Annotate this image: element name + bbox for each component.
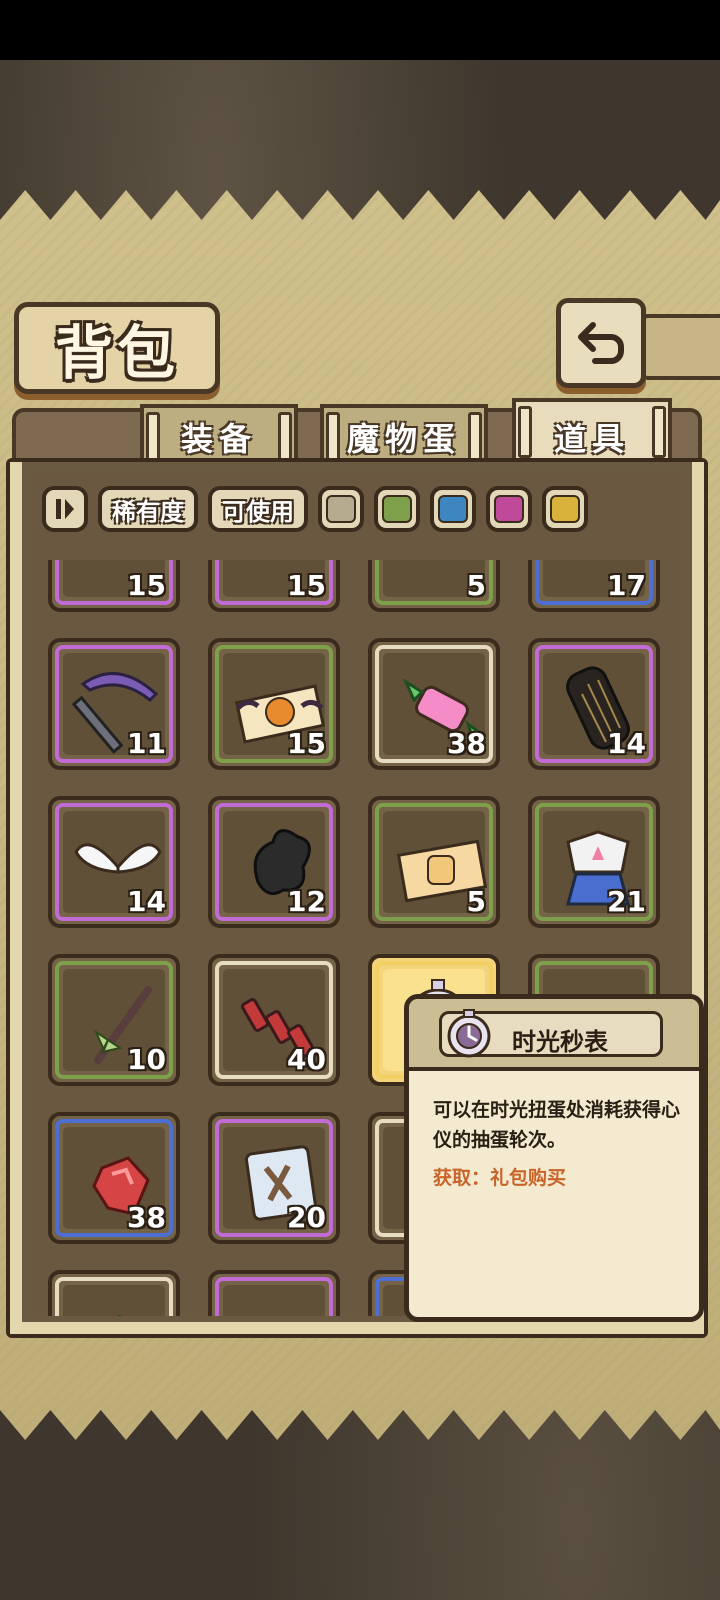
tab-equipment[interactable]: 装备	[140, 404, 298, 466]
item-count: 21	[607, 885, 646, 918]
item-count: 12	[287, 885, 326, 918]
status-bar	[0, 0, 720, 60]
item-count: 5	[466, 885, 486, 918]
item-count: 14	[607, 727, 646, 760]
item-count: 38	[447, 727, 486, 760]
item-slot[interactable]: 21	[528, 796, 660, 928]
color-filter-green[interactable]	[374, 486, 420, 532]
color-filter-purple[interactable]	[486, 486, 532, 532]
item-tooltip: 时光秒表 可以在时光扭蛋处消耗获得心仪的抽蛋轮次。 获取：礼包购买	[404, 994, 704, 1322]
item-count: 17	[607, 569, 646, 602]
color-filter-gray[interactable]	[318, 486, 364, 532]
item-count: 40	[287, 1043, 326, 1076]
color-swatch-gold	[550, 495, 580, 523]
green-sprout-icon	[116, 1315, 122, 1316]
tab-monster-eggs-label: 魔物蛋	[346, 420, 461, 458]
item-count: 20	[287, 1201, 326, 1234]
item-slot[interactable]: 17	[528, 560, 660, 612]
usable-filter-label: 可使用	[222, 497, 294, 526]
rarity-filter-label: 稀有度	[112, 497, 184, 526]
item-slot[interactable]	[48, 1270, 180, 1316]
color-swatch-purple	[494, 495, 524, 523]
tab-monster-eggs[interactable]: 魔物蛋	[320, 404, 488, 466]
filter-bar: 稀有度 可使用	[42, 482, 588, 536]
tooltip-source-label: 获取：	[433, 1167, 491, 1189]
usable-filter-button[interactable]: 可使用	[208, 486, 308, 532]
item-count: 11	[127, 727, 166, 760]
item-count: 15	[287, 727, 326, 760]
item-count: 38	[127, 1201, 166, 1234]
item-slot[interactable]: 5	[368, 560, 500, 612]
item-slot[interactable]: 38	[48, 1112, 180, 1244]
back-button[interactable]	[556, 298, 646, 388]
tooltip-item-name: 时光秒表	[512, 1028, 608, 1056]
item-slot[interactable]: 15	[208, 638, 340, 770]
return-arrow-icon	[578, 322, 624, 364]
stopwatch-icon	[447, 1009, 491, 1058]
item-slot[interactable]: 38	[368, 638, 500, 770]
tooltip-header: 时光秒表	[409, 999, 699, 1071]
color-filter-blue[interactable]	[430, 486, 476, 532]
rarity-filter-button[interactable]: 稀有度	[98, 486, 198, 532]
item-slot[interactable]: 12	[208, 796, 340, 928]
item-count: 15	[287, 569, 326, 602]
item-slot[interactable]: 11	[48, 638, 180, 770]
item-slot[interactable]: 14	[48, 796, 180, 928]
tab-items-label: 道具	[553, 420, 630, 458]
item-slot[interactable]: 14	[528, 638, 660, 770]
color-swatch-green	[382, 495, 412, 523]
item-slot[interactable]: 15	[48, 560, 180, 612]
item-slot[interactable]: 10	[48, 954, 180, 1086]
color-filter-gold[interactable]	[542, 486, 588, 532]
item-slot[interactable]: 40	[208, 954, 340, 1086]
item-count: 15	[127, 569, 166, 602]
item-slot[interactable]: 5	[368, 796, 500, 928]
page-title-plate: 背包	[14, 302, 220, 394]
color-swatch-gray	[326, 495, 356, 523]
tab-equipment-label: 装备	[180, 420, 257, 458]
item-slot[interactable]: 20	[208, 1112, 340, 1244]
item-count: 10	[127, 1043, 166, 1076]
color-swatch-blue	[438, 495, 468, 523]
sort-toggle-button[interactable]	[42, 486, 88, 532]
tooltip-source: 获取：礼包购买	[433, 1163, 566, 1190]
page-title: 背包	[54, 319, 179, 387]
hidden-item-icon	[228, 1286, 328, 1316]
sort-toggle-icon	[56, 499, 74, 519]
item-count: 14	[127, 885, 166, 918]
item-count: 5	[466, 569, 486, 602]
item-slot[interactable]	[208, 1270, 340, 1316]
tooltip-source-value: 礼包购买	[490, 1167, 567, 1189]
tooltip-description: 可以在时光扭蛋处消耗获得心仪的抽蛋轮次。	[433, 1099, 681, 1151]
back-button-rail	[640, 314, 720, 380]
item-slot[interactable]: 15	[208, 560, 340, 612]
